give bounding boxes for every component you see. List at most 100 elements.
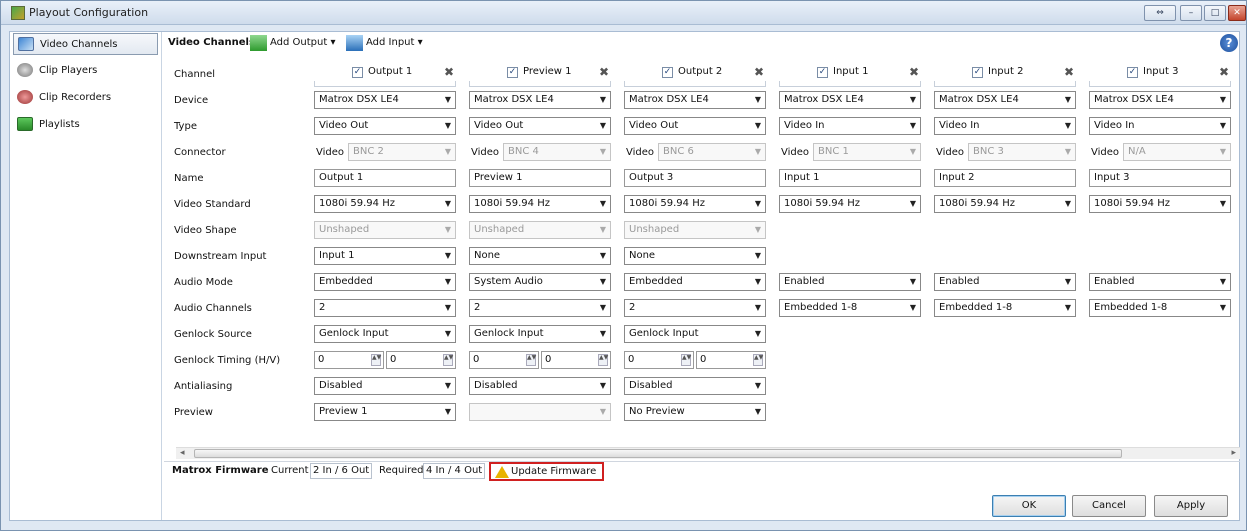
- name-field[interactable]: Preview 1: [469, 169, 611, 187]
- toolbar-title: Video Channels: [168, 37, 255, 48]
- sidebar-item-playlists[interactable]: Playlists: [13, 114, 158, 136]
- stepper-arrows-icon[interactable]: ▲▼: [753, 354, 763, 366]
- antialiasing-dropdown[interactable]: Disabled ▼: [469, 377, 611, 395]
- scroll-left-icon[interactable]: ◂: [180, 448, 185, 458]
- ok-button[interactable]: OK: [992, 495, 1066, 517]
- audio-mode-dropdown-value: Enabled: [784, 276, 825, 287]
- audio-channels-dropdown[interactable]: Embedded 1-8 ▼: [1089, 299, 1231, 317]
- stepper-arrows-icon[interactable]: ▲▼: [681, 354, 691, 366]
- genlock-timing-stepper[interactable]: 0 ▲▼: [541, 351, 611, 369]
- scroll-right-icon[interactable]: ▸: [1231, 448, 1236, 458]
- preview-dropdown[interactable]: No Preview ▼: [624, 403, 766, 421]
- genlock-source-dropdown[interactable]: Genlock Input ▼: [469, 325, 611, 343]
- stepper-arrows-icon[interactable]: ▲▼: [371, 354, 381, 366]
- audio-channels-dropdown[interactable]: 2 ▼: [314, 299, 456, 317]
- device-dropdown[interactable]: Matrox DSX LE4 ▼: [469, 91, 611, 109]
- remove-channel-icon[interactable]: ✖: [754, 65, 764, 79]
- channel-enabled-checkbox[interactable]: ✓: [817, 67, 828, 78]
- stepper-arrows-icon[interactable]: ▲▼: [443, 354, 453, 366]
- channel-enabled-checkbox[interactable]: ✓: [662, 67, 673, 78]
- video-standard-dropdown[interactable]: 1080i 59.94 Hz ▼: [314, 195, 456, 213]
- audio-channels-chevron-down-icon: ▼: [1064, 303, 1071, 312]
- audio-channels-dropdown-value: 2: [629, 302, 636, 313]
- video-standard-dropdown[interactable]: 1080i 59.94 Hz ▼: [624, 195, 766, 213]
- name-field[interactable]: Output 1: [314, 169, 456, 187]
- audio-channels-dropdown[interactable]: Embedded 1-8 ▼: [934, 299, 1076, 317]
- apply-button[interactable]: Apply: [1154, 495, 1228, 517]
- type-dropdown-value: Video In: [939, 120, 980, 131]
- genlock-source-dropdown[interactable]: Genlock Input ▼: [624, 325, 766, 343]
- remove-channel-icon[interactable]: ✖: [909, 65, 919, 79]
- genlock-timing-stepper[interactable]: 0 ▲▼: [624, 351, 694, 369]
- video-standard-dropdown[interactable]: 1080i 59.94 Hz ▼: [469, 195, 611, 213]
- audio-channels-chevron-down-icon: ▼: [1219, 303, 1226, 312]
- maximize-button[interactable]: □: [1204, 5, 1226, 21]
- audio-mode-dropdown[interactable]: Embedded ▼: [624, 273, 766, 291]
- downstream-input-dropdown[interactable]: None ▼: [624, 247, 766, 265]
- audio-channels-dropdown-value: Embedded 1-8: [784, 302, 858, 313]
- remove-channel-icon[interactable]: ✖: [1064, 65, 1074, 79]
- sidebar-item-video-channels[interactable]: Video Channels: [13, 33, 158, 55]
- video-standard-dropdown[interactable]: 1080i 59.94 Hz ▼: [1089, 195, 1231, 213]
- audio-channels-dropdown[interactable]: 2 ▼: [624, 299, 766, 317]
- device-dropdown[interactable]: Matrox DSX LE4 ▼: [314, 91, 456, 109]
- sidebar-item-clip-recorders[interactable]: Clip Recorders: [13, 87, 158, 109]
- sidebar-item-clip-players[interactable]: Clip Players: [13, 60, 158, 82]
- genlock-timing-stepper[interactable]: 0 ▲▼: [314, 351, 384, 369]
- genlock-source-dropdown[interactable]: Genlock Input ▼: [314, 325, 456, 343]
- remove-channel-icon[interactable]: ✖: [444, 65, 454, 79]
- device-dropdown[interactable]: Matrox DSX LE4 ▼: [624, 91, 766, 109]
- type-dropdown[interactable]: Video Out ▼: [624, 117, 766, 135]
- preview-dropdown[interactable]: Preview 1 ▼: [314, 403, 456, 421]
- genlock-timing-stepper[interactable]: 0 ▲▼: [386, 351, 456, 369]
- audio-mode-dropdown[interactable]: Enabled ▼: [779, 273, 921, 291]
- audio-channels-dropdown[interactable]: 2 ▼: [469, 299, 611, 317]
- add-input-button[interactable]: Add Input ▾: [346, 35, 423, 51]
- stepper-arrows-icon[interactable]: ▲▼: [526, 354, 536, 366]
- add-output-button[interactable]: Add Output ▾: [250, 35, 335, 51]
- channel-enabled-checkbox[interactable]: ✓: [507, 67, 518, 78]
- audio-mode-dropdown[interactable]: Embedded ▼: [314, 273, 456, 291]
- help-icon[interactable]: ?: [1220, 34, 1238, 52]
- connector-chevron-down-icon: ▼: [1219, 147, 1226, 156]
- close-button[interactable]: ✕: [1228, 5, 1246, 21]
- name-field[interactable]: Input 3: [1089, 169, 1231, 187]
- audio-channels-dropdown[interactable]: Embedded 1-8 ▼: [779, 299, 921, 317]
- scrollbar-thumb[interactable]: [194, 449, 1122, 458]
- genlock-timing-stepper[interactable]: 0 ▲▼: [469, 351, 539, 369]
- audio-mode-dropdown[interactable]: Enabled ▼: [1089, 273, 1231, 291]
- type-chevron-down-icon: ▼: [1219, 121, 1226, 130]
- channel-enabled-checkbox[interactable]: ✓: [972, 67, 983, 78]
- stepper-arrows-icon[interactable]: ▲▼: [598, 354, 608, 366]
- audio-mode-dropdown[interactable]: System Audio ▼: [469, 273, 611, 291]
- name-field[interactable]: Input 1: [779, 169, 921, 187]
- type-dropdown[interactable]: Video In ▼: [779, 117, 921, 135]
- remove-channel-icon[interactable]: ✖: [1219, 65, 1229, 79]
- video-standard-dropdown[interactable]: 1080i 59.94 Hz ▼: [779, 195, 921, 213]
- audio-mode-dropdown[interactable]: Enabled ▼: [934, 273, 1076, 291]
- name-field[interactable]: Output 3: [624, 169, 766, 187]
- device-dropdown[interactable]: Matrox DSX LE4 ▼: [934, 91, 1076, 109]
- type-dropdown[interactable]: Video In ▼: [1089, 117, 1231, 135]
- remove-channel-icon[interactable]: ✖: [599, 65, 609, 79]
- type-dropdown[interactable]: Video Out ▼: [469, 117, 611, 135]
- antialiasing-dropdown[interactable]: Disabled ▼: [624, 377, 766, 395]
- channel-enabled-checkbox[interactable]: ✓: [1127, 67, 1138, 78]
- channel-enabled-checkbox[interactable]: ✓: [352, 67, 363, 78]
- type-dropdown[interactable]: Video Out ▼: [314, 117, 456, 135]
- device-dropdown[interactable]: Matrox DSX LE4 ▼: [779, 91, 921, 109]
- minimize-button[interactable]: –: [1180, 5, 1202, 21]
- restore-size-button[interactable]: ⇔: [1144, 5, 1176, 21]
- video-standard-dropdown[interactable]: 1080i 59.94 Hz ▼: [934, 195, 1076, 213]
- type-dropdown[interactable]: Video In ▼: [934, 117, 1076, 135]
- cancel-button[interactable]: Cancel: [1072, 495, 1146, 517]
- genlock-timing-stepper[interactable]: 0 ▲▼: [696, 351, 766, 369]
- device-dropdown[interactable]: Matrox DSX LE4 ▼: [1089, 91, 1231, 109]
- downstream-input-dropdown-value: Input 1: [319, 250, 355, 261]
- name-field[interactable]: Input 2: [934, 169, 1076, 187]
- downstream-input-dropdown[interactable]: None ▼: [469, 247, 611, 265]
- antialiasing-dropdown[interactable]: Disabled ▼: [314, 377, 456, 395]
- update-firmware-button[interactable]: Update Firmware: [489, 462, 604, 481]
- horizontal-scrollbar[interactable]: ◂ ▸: [176, 447, 1240, 459]
- downstream-input-dropdown[interactable]: Input 1 ▼: [314, 247, 456, 265]
